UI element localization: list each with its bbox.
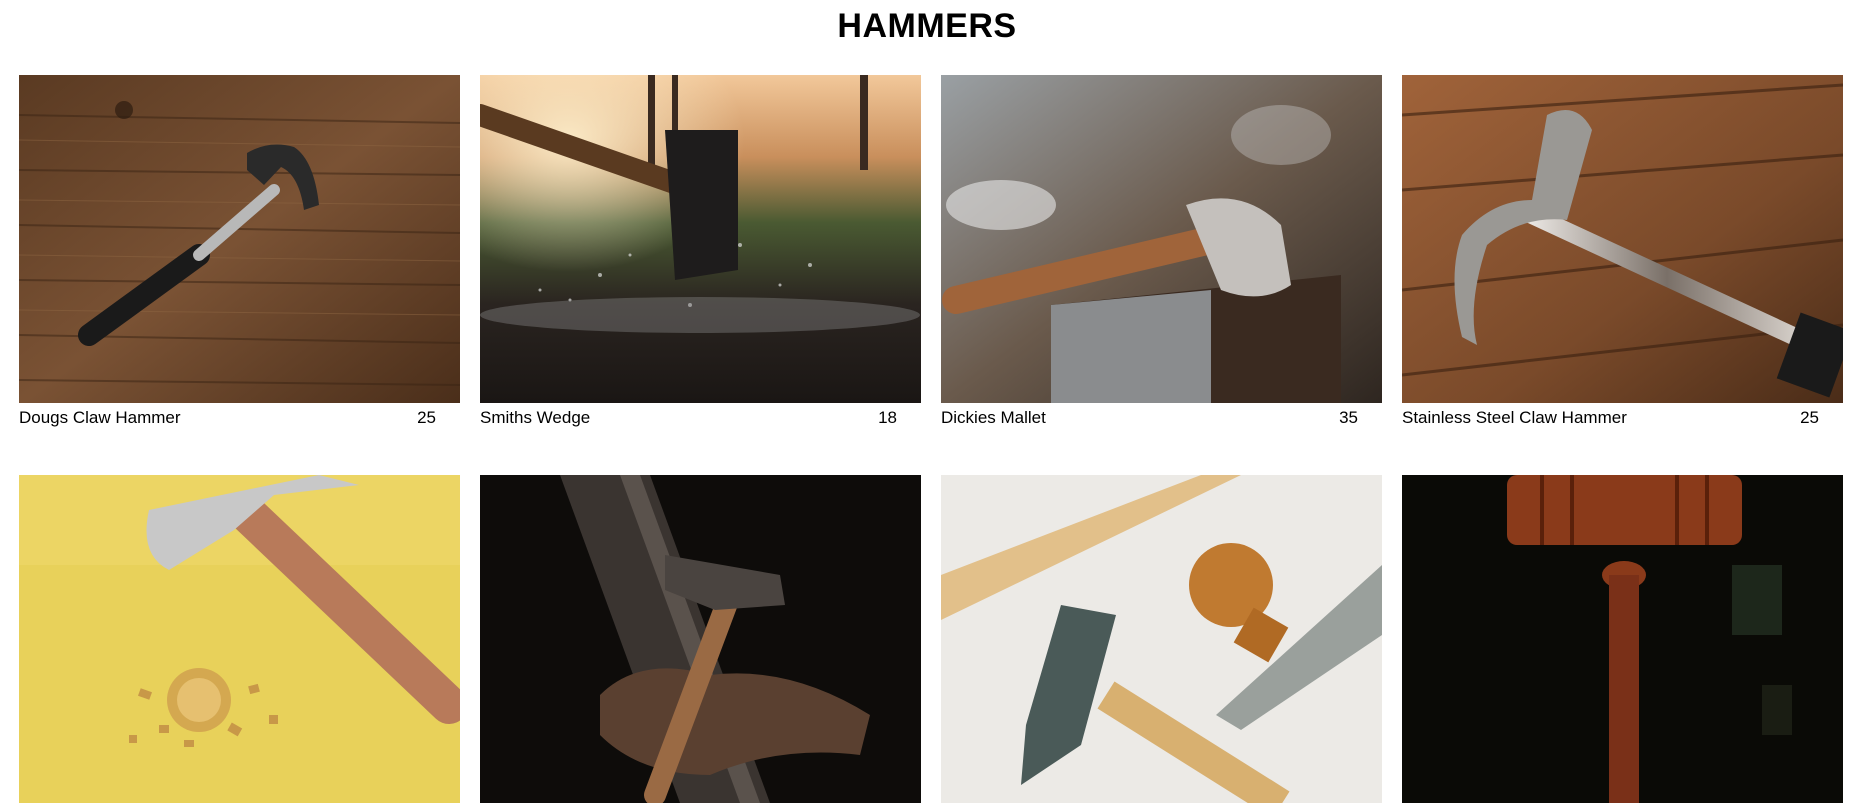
sledgehammer-striking-ground-photo	[480, 75, 921, 403]
product-price: 25	[1800, 408, 1819, 427]
product-card[interactable]	[480, 475, 921, 805]
product-name: Dougs Claw Hammer	[19, 408, 181, 427]
product-card[interactable]: Stainless Steel Claw Hammer 25	[1402, 75, 1843, 475]
hammer-and-wood-plane-photo	[941, 475, 1382, 803]
product-caption: Stainless Steel Claw Hammer 25	[1402, 403, 1843, 433]
product-image[interactable]	[480, 75, 921, 403]
product-image[interactable]	[941, 75, 1382, 403]
product-card[interactable]	[941, 475, 1382, 805]
hammer-on-anvil-photo	[941, 75, 1382, 403]
product-image[interactable]	[941, 475, 1382, 803]
product-image[interactable]	[1402, 475, 1843, 803]
product-name: Smiths Wedge	[480, 408, 591, 427]
gavel-photo	[1402, 475, 1843, 803]
product-caption: Dougs Claw Hammer 25	[19, 403, 460, 433]
page-title: HAMMERS	[837, 7, 1017, 45]
product-card[interactable]	[1402, 475, 1843, 805]
product-card[interactable]: Dickies Mallet 35	[941, 75, 1382, 475]
product-card[interactable]: Smiths Wedge 18	[480, 75, 921, 475]
product-caption: Dickies Mallet 35	[941, 403, 1382, 433]
product-price: 25	[417, 408, 436, 427]
product-image[interactable]	[19, 475, 460, 803]
product-image[interactable]	[19, 75, 460, 403]
hammer-with-gloves-on-anvil-photo	[480, 475, 921, 803]
product-card[interactable]	[19, 475, 460, 805]
product-name: Stainless Steel Claw Hammer	[1402, 408, 1627, 427]
product-card[interactable]: Dougs Claw Hammer 25	[19, 75, 460, 475]
steel-claw-hammer-photo	[1402, 75, 1843, 403]
product-caption: Smiths Wedge 18	[480, 403, 921, 433]
product-grid: Dougs Claw Hammer 25 Smiths Wedge 18 Dic…	[19, 75, 1843, 805]
claw-hammer-on-wood-photo	[19, 75, 460, 403]
product-image[interactable]	[1402, 75, 1843, 403]
hammer-with-gold-coin-photo	[19, 475, 460, 803]
product-price: 35	[1339, 408, 1358, 427]
product-image[interactable]	[480, 475, 921, 803]
product-price: 18	[878, 408, 897, 427]
product-name: Dickies Mallet	[941, 408, 1046, 427]
